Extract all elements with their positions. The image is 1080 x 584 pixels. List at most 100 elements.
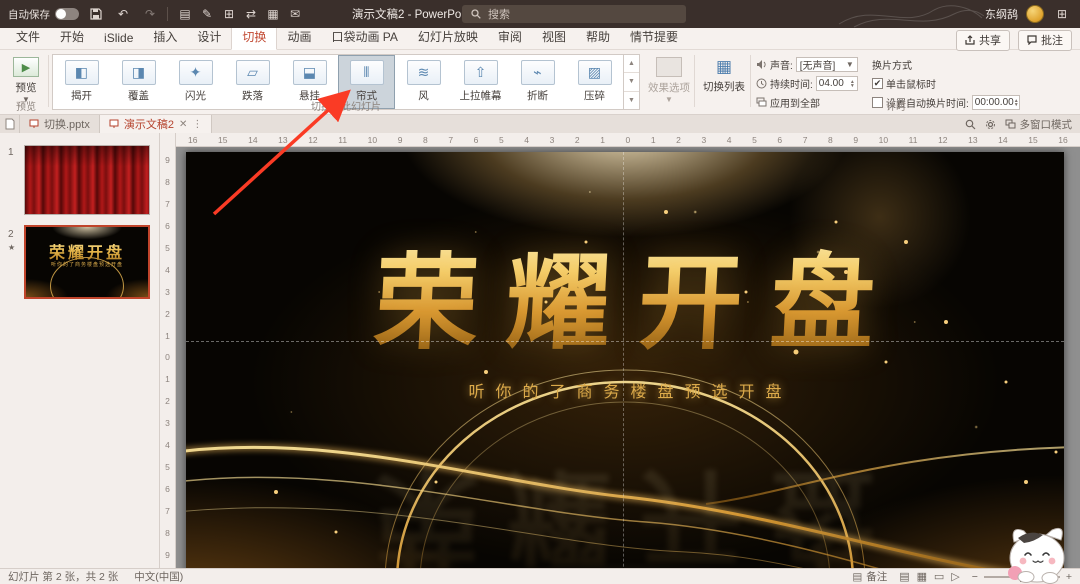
gallery-scroll-up-icon[interactable]: ▲ <box>624 55 639 73</box>
undo-icon[interactable]: ↶ <box>113 4 133 24</box>
horizontal-ruler[interactable]: 1615141312111098765432101234567891011121… <box>176 133 1080 147</box>
share-button[interactable]: 共享 <box>956 30 1010 51</box>
document-tab-inactive[interactable]: 切换.pptx <box>20 115 100 133</box>
editing-canvas[interactable]: 荣耀开盘 荣耀开盘 听你的了商务楼盘预选开盘 <box>176 147 1080 568</box>
transition-icon: ✦ <box>179 60 213 85</box>
effect-options-caret-icon: ▼ <box>665 98 673 102</box>
ribbon-tab[interactable]: 帮助 <box>576 25 620 49</box>
status-bar: 幻灯片 第 2 张，共 2 张 中文(中国) ▤ 备注 ▤ ▦ ▭ ▷ − + <box>0 568 1080 584</box>
quick-access-toolbar: ▤✎⊞⇄▦✉ <box>175 4 305 24</box>
group-label-preview: 预览 <box>0 98 52 113</box>
quick-access-icon[interactable]: ✉ <box>285 4 305 24</box>
slide-subtitle-text[interactable]: 听你的了商务楼盘预选开盘 <box>186 378 1064 402</box>
find-icon[interactable] <box>965 119 976 130</box>
quick-access-icon[interactable]: ✎ <box>197 4 217 24</box>
presentation-icon <box>29 119 39 129</box>
ribbon-tab[interactable]: 审阅 <box>488 25 532 49</box>
notes-button[interactable]: ▤ 备注 <box>852 569 887 584</box>
ribbon-tab[interactable]: 口袋动画 PA <box>321 25 407 49</box>
thumb-title: 荣耀开盘 <box>26 239 148 263</box>
transition-icon: ⇧ <box>464 60 498 85</box>
tab-actions: 共享 批注 <box>956 30 1072 51</box>
file-icon[interactable] <box>0 115 20 133</box>
tab-menu-icon[interactable]: ⋮ <box>192 119 202 130</box>
ribbon-tab[interactable]: 开始 <box>50 25 94 49</box>
smart-guide-horizontal <box>186 341 1064 342</box>
ribbon-tab[interactable]: 幻灯片放映 <box>408 25 488 49</box>
share-icon <box>965 35 975 45</box>
transition-icon: ⬓ <box>293 60 327 85</box>
vertical-ruler[interactable]: 9876543210123456789 <box>160 133 176 568</box>
group-label-timing: 计时 <box>756 98 1036 113</box>
titlebar-decoration <box>834 0 984 28</box>
search-input[interactable]: 搜索 <box>462 5 686 23</box>
doc-tab-tools: 多窗口模式 <box>965 115 1080 133</box>
transition-icon: ⌁ <box>521 60 555 85</box>
slide-1-number: 1 <box>8 147 14 158</box>
chevron-down-icon: ▼ <box>846 63 854 67</box>
ribbon-tab[interactable]: 文件 <box>6 25 50 49</box>
presentation-icon <box>109 119 119 129</box>
slide-1-thumbnail[interactable] <box>24 145 150 215</box>
slide-title-text[interactable]: 荣耀开盘 <box>186 218 1064 369</box>
transition-icon: ≋ <box>407 60 441 85</box>
language-indicator[interactable]: 中文(中国) <box>134 569 183 584</box>
window-title: 演示文稿2 - PowerPoint <box>352 0 473 28</box>
ribbon-tab[interactable]: 动画 <box>277 25 321 49</box>
comments-button[interactable]: 批注 <box>1018 30 1072 51</box>
user-avatar[interactable] <box>1026 5 1044 23</box>
group-label-gallery: 切换到此幻灯片 <box>52 98 640 113</box>
checkbox-checked-icon[interactable]: ✔ <box>872 78 883 89</box>
slideshow-icon[interactable]: ▷ <box>951 571 959 583</box>
view-switcher: ▤ ▦ ▭ ▷ <box>897 570 961 583</box>
ribbon-tab[interactable]: iSlide <box>94 28 143 49</box>
autosave-switch-icon[interactable] <box>55 8 79 20</box>
transition-icon: ⫴ <box>350 60 384 85</box>
quick-access-icon[interactable]: ⊞ <box>219 4 239 24</box>
search-icon <box>471 9 481 19</box>
reading-view-icon[interactable]: ▭ <box>934 571 944 583</box>
cat-sticker <box>998 522 1078 584</box>
sound-select[interactable]: [无声音] ▼ <box>796 57 858 72</box>
preview-icon: ▶ <box>13 57 39 77</box>
gallery-scroll-down-icon[interactable]: ▼ <box>624 73 639 91</box>
redo-icon[interactable]: ↷ <box>140 4 160 24</box>
ribbon-tab[interactable]: 插入 <box>143 25 187 49</box>
search-placeholder: 搜索 <box>488 6 510 22</box>
duration-input[interactable]: 04.00 ▲▼ <box>816 76 858 91</box>
multi-window-icon <box>1005 119 1016 130</box>
group-separator <box>750 55 751 107</box>
slide-2-thumbnail[interactable]: 荣耀开盘 听你的了商务楼盘预选开盘 <box>24 225 150 299</box>
normal-view-icon[interactable]: ▤ <box>899 571 909 583</box>
spinner-icon[interactable]: ▲▼ <box>850 80 855 88</box>
transition-list-button[interactable]: ▦ 切换列表 <box>700 54 748 108</box>
ribbon-tab[interactable]: 设计 <box>187 25 231 49</box>
quick-access-icon[interactable]: ⇄ <box>241 4 261 24</box>
ribbon-transitions: ▶ 预览 ▼ ◧ 揭开 ◨ 覆盖 ✦ 闪光 ▱ 跌落 <box>0 50 1080 115</box>
effect-options-button[interactable]: 效果选项 ▼ <box>646 54 692 108</box>
titlebar-separator <box>167 7 168 21</box>
on-mouse-click-checkbox[interactable]: ✔ 单击鼠标时 <box>872 76 1037 91</box>
comment-icon <box>1027 35 1037 45</box>
ribbon-display-options-icon[interactable]: ⊞ <box>1052 4 1072 24</box>
save-icon[interactable] <box>86 4 106 24</box>
title-bar: 自动保存 ↶ ↷ ▤✎⊞⇄▦✉ 演示文稿2 - PowerPoint 搜索 东纲… <box>0 0 1080 28</box>
advance-header: 换片方式 <box>872 57 1037 72</box>
quick-access-icon[interactable]: ▤ <box>175 4 195 24</box>
duration-icon <box>756 78 767 89</box>
quick-access-icon[interactable]: ▦ <box>263 4 283 24</box>
slide-sorter-icon[interactable]: ▦ <box>917 571 927 583</box>
settings-gear-icon[interactable] <box>985 119 996 130</box>
slide-counter: 幻灯片 第 2 张，共 2 张 <box>8 569 118 584</box>
zoom-out-icon[interactable]: − <box>972 571 978 583</box>
transition-star-icon: ★ <box>8 243 15 252</box>
slide-editing-area[interactable]: 荣耀开盘 荣耀开盘 听你的了商务楼盘预选开盘 <box>186 152 1064 568</box>
ribbon-tab[interactable]: 视图 <box>532 25 576 49</box>
transition-icon: ▨ <box>578 60 612 85</box>
close-tab-icon[interactable]: ✕ <box>179 119 187 130</box>
autosave-toggle[interactable]: 自动保存 <box>8 7 79 22</box>
ribbon-tab[interactable]: 情节提要 <box>620 25 688 49</box>
multi-window-mode-button[interactable]: 多窗口模式 <box>1005 117 1073 132</box>
titlebar-right: 东纲鸹 ⊞ <box>985 0 1072 28</box>
document-tab-active[interactable]: 演示文稿2 ✕ ⋮ <box>100 115 213 133</box>
